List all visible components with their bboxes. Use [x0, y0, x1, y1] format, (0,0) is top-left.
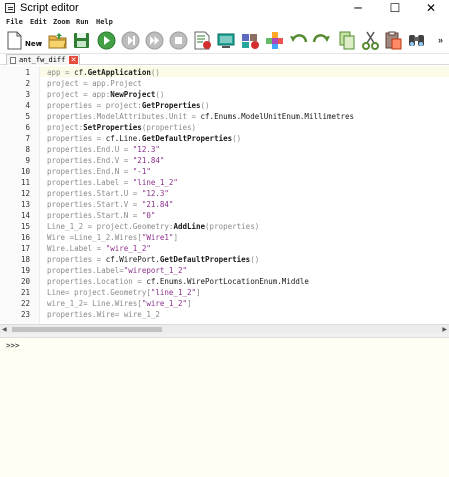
line-number: 23 [20, 310, 30, 319]
code-line[interactable]: properties = cf.Line.GetDefaultPropertie… [47, 133, 241, 144]
line-number: 16 [20, 233, 30, 242]
code-line[interactable]: properties = project:GetProperties() [47, 100, 210, 111]
screen-capture-icon[interactable] [216, 30, 237, 51]
component-icon[interactable] [264, 30, 285, 51]
code-line[interactable]: Wire =Line_1_2.Wires["Wire1"] [47, 232, 178, 243]
line-number: 11 [20, 178, 30, 187]
code-line[interactable]: project:SetProperties(properties) [47, 122, 196, 133]
console-pane[interactable]: >>> [0, 337, 449, 477]
code-line[interactable]: app = cf.GetApplication() [47, 67, 160, 78]
undo-icon[interactable] [288, 30, 309, 51]
menu-file[interactable]: File [6, 17, 23, 27]
line-number: 2 [25, 79, 30, 88]
code-line[interactable]: properties.Label="wireport_1_2" [47, 265, 187, 276]
script-editor-app-icon [5, 3, 15, 13]
code-line[interactable]: properties.Start.N = "0" [47, 210, 155, 221]
code-line[interactable]: properties.Start.V = "21.84" [47, 199, 173, 210]
window-title: Script editor [20, 2, 79, 14]
tab-close-icon[interactable]: ✕ [69, 56, 78, 64]
code-editor[interactable]: 1 app = cf.GetApplication() 2 project = app… [0, 66, 449, 324]
console-prompt: >>> [6, 341, 20, 350]
code-line[interactable]: properties.End.V = "21.84" [47, 155, 164, 166]
line-number: 12 [20, 189, 30, 198]
code-line[interactable]: properties.Start.U = "12.3" [47, 188, 169, 199]
run-icon[interactable] [96, 30, 117, 51]
line-number: 8 [25, 145, 30, 154]
toolbar-overflow-icon[interactable]: » [438, 35, 443, 45]
stop-icon[interactable] [168, 30, 189, 51]
cut-icon[interactable] [360, 30, 381, 51]
line-number: 9 [25, 156, 30, 165]
menu-zoom[interactable]: Zoom [53, 17, 70, 27]
line-number: 14 [20, 211, 30, 220]
close-window-button[interactable]: ✕ [413, 0, 449, 17]
minimize-button[interactable]: ─ [340, 0, 376, 17]
code-line[interactable]: properties.Location = cf.Enums.WirePortL… [47, 276, 309, 287]
horizontal-scrollbar[interactable]: ◀ ▶ [0, 324, 449, 333]
line-number: 4 [25, 101, 30, 110]
line-number: 19 [20, 266, 30, 275]
tab-ant-fw-diff[interactable]: ant_fw_diff ✕ [6, 54, 80, 65]
title-bar: Script editor ─ ☐ ✕ [0, 0, 449, 17]
save-icon[interactable] [71, 30, 92, 51]
code-line[interactable]: Wire.Label = "wire_1_2" [47, 243, 151, 254]
code-line[interactable]: properties.ModelAttributes.Unit = cf.Enu… [47, 111, 354, 122]
menu-help[interactable]: Help [96, 17, 113, 27]
line-number: 18 [20, 255, 30, 264]
line-number: 5 [25, 112, 30, 121]
tab-label: ant_fw_diff [19, 56, 66, 64]
menu-bar: File Edit Zoom Run Help [0, 17, 449, 27]
settings-blocks-icon[interactable] [240, 30, 261, 51]
code-line[interactable]: properties.End.U = "12.3" [47, 144, 160, 155]
open-folder-icon[interactable] [47, 30, 68, 51]
code-line[interactable]: properties.Wire= wire_1_2 [47, 309, 160, 320]
line-number: 22 [20, 299, 30, 308]
menu-run[interactable]: Run [76, 17, 89, 27]
code-line[interactable]: project = app:NewProject() [47, 89, 164, 100]
copy-icon[interactable] [337, 30, 358, 51]
code-line[interactable]: project = app.Project [47, 78, 142, 89]
code-line[interactable]: Line= project.Geometry["line_1_2"] [47, 287, 201, 298]
tab-bar: ant_fw_diff ✕ [0, 54, 449, 65]
line-number: 21 [20, 288, 30, 297]
line-number: 6 [25, 123, 30, 132]
redo-icon[interactable] [311, 30, 332, 51]
script-file-icon [10, 57, 16, 64]
record-macro-icon[interactable] [192, 30, 213, 51]
find-icon[interactable] [406, 30, 427, 51]
line-number: 1 [25, 68, 30, 77]
toolbar: New ▾ » [0, 27, 449, 54]
code-line[interactable]: wire_1_2= Line.Wires["wire_1_2"] [47, 298, 192, 309]
line-number: 20 [20, 277, 30, 286]
line-number: 15 [20, 222, 30, 231]
paste-icon[interactable] [383, 30, 404, 51]
line-number: 3 [25, 90, 30, 99]
scroll-left-icon[interactable]: ◀ [2, 326, 7, 333]
code-line[interactable]: Line_1_2 = project.Geometry:AddLine(prop… [47, 221, 259, 232]
scroll-right-icon[interactable]: ▶ [442, 326, 447, 333]
line-number: 7 [25, 134, 30, 143]
code-line[interactable]: properties = cf.WirePort.GetDefaultPrope… [47, 254, 259, 265]
line-number: 17 [20, 244, 30, 253]
new-file-icon[interactable] [4, 30, 25, 51]
code-line[interactable]: properties.Label = "line_1_2" [47, 177, 178, 188]
menu-edit[interactable]: Edit [30, 17, 47, 27]
code-line[interactable]: properties.End.N = "-1" [47, 166, 151, 177]
scrollbar-thumb[interactable] [12, 327, 162, 332]
step-icon[interactable] [120, 30, 141, 51]
line-number: 13 [20, 200, 30, 209]
maximize-button[interactable]: ☐ [377, 0, 413, 17]
line-number: 10 [20, 167, 30, 176]
fast-forward-icon[interactable] [144, 30, 165, 51]
new-dropdown-icon[interactable]: ▾ [38, 40, 41, 47]
